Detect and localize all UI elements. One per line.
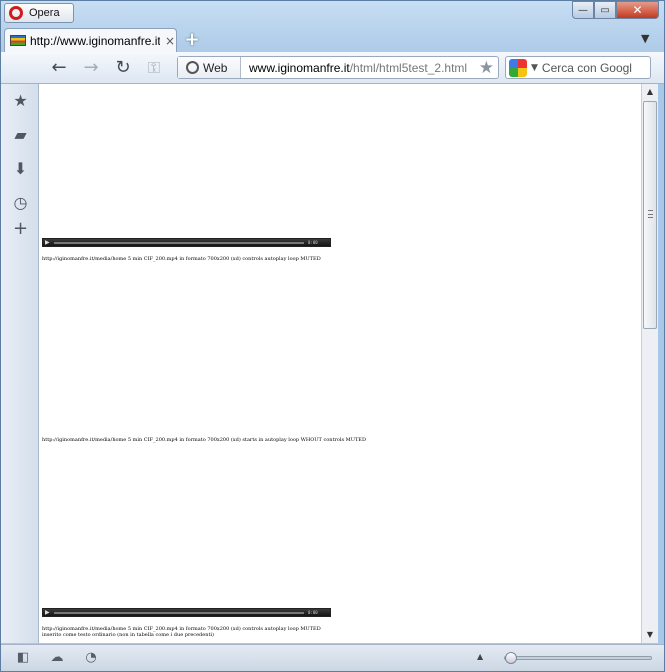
address-bar[interactable]: Web www.iginomanfre.it/html/html5test_2.…: [177, 56, 499, 79]
opera-logo-icon: [9, 6, 23, 20]
url-host: www.iginomanfre.it: [249, 60, 350, 75]
tab-close-icon[interactable]: ×: [164, 34, 176, 48]
search-input[interactable]: ▼ Cerca con Googl: [505, 56, 651, 79]
play-icon[interactable]: ▶: [43, 239, 51, 246]
minimize-button[interactable]: —: [572, 1, 594, 19]
maximize-button[interactable]: ▭: [594, 1, 616, 19]
web-site-info-button[interactable]: Web: [178, 57, 241, 78]
search-engine-dropdown-icon[interactable]: ▼: [531, 63, 538, 73]
side-panel: ★ ▰ ⬇ ◷ +: [1, 84, 39, 643]
browser-window: Opera — ▭ ✕ http://www.iginomanfre.it/ht…: [0, 0, 665, 672]
zoom-slider[interactable]: [504, 652, 652, 664]
video-player-controls[interactable]: ▶ 0:00: [42, 238, 331, 247]
add-panel-plus-icon[interactable]: +: [12, 220, 29, 238]
star-icon[interactable]: ★: [479, 58, 494, 78]
title-bar: Opera — ▭ ✕: [1, 1, 664, 25]
page-content: ▶ 0:00 http://iginomanfre.it/media/home …: [39, 84, 641, 643]
scroll-up-arrow-icon[interactable]: ▲: [642, 84, 658, 100]
search-placeholder: Cerca con Googl: [541, 60, 632, 75]
opera-menu-label: Opera: [29, 7, 60, 19]
reload-icon[interactable]: ↻: [112, 57, 134, 79]
seek-bar[interactable]: [54, 241, 304, 244]
play-icon[interactable]: ▶: [43, 609, 51, 616]
video-player-controls[interactable]: ▶ 0:00: [42, 608, 331, 617]
video-time: 0:00: [308, 610, 318, 615]
scrollbar-thumb[interactable]: [643, 101, 657, 329]
video-caption: inserito come testo ordinario (non in ta…: [42, 632, 214, 638]
zoom-slider-handle[interactable]: [505, 652, 517, 664]
rainbow-flag-favicon-icon: [10, 35, 26, 46]
web-label: Web: [203, 60, 228, 75]
url-text[interactable]: www.iginomanfre.it/html/html5test_2.html: [241, 61, 467, 75]
status-bar: ◧ ☁ ◔ ▲: [1, 644, 664, 671]
opera-unite-cloud-icon[interactable]: ☁: [49, 650, 65, 666]
scrollbar-grip-icon: [648, 210, 653, 218]
tab-bar: http://www.iginomanfre.it/html/html5test…: [1, 27, 664, 52]
vertical-scrollbar[interactable]: ▲ ▼: [641, 84, 658, 643]
new-tab-button[interactable]: +: [181, 30, 203, 50]
tab-menu-chevron-icon[interactable]: ▼: [641, 32, 649, 45]
tab-title: http://www.iginomanfre.it/html/html5test…: [30, 33, 160, 48]
notes-icon[interactable]: ▰: [12, 126, 29, 143]
downloads-icon[interactable]: ⬇: [12, 160, 29, 177]
zoom-menu-arrow-icon[interactable]: ▲: [477, 652, 483, 661]
google-icon[interactable]: [509, 58, 527, 77]
toggle-panel-icon[interactable]: ◧: [15, 650, 31, 666]
seek-bar[interactable]: [54, 611, 304, 614]
video-time: 0:00: [308, 240, 318, 245]
close-window-button[interactable]: ✕: [616, 1, 659, 19]
url-path: /html/html5test_2.html: [349, 60, 468, 75]
video-caption: http://iginomanfre.it/media/home 5 min C…: [42, 437, 366, 443]
navigation-toolbar: ← → ↻ ⚿ Web www.iginomanfre.it/html/html…: [1, 52, 664, 84]
globe-icon: [186, 61, 199, 74]
back-arrow-icon[interactable]: ←: [48, 57, 70, 79]
opera-menu-button[interactable]: Opera: [4, 3, 74, 23]
forward-arrow-icon[interactable]: →: [80, 57, 102, 79]
scroll-down-arrow-icon[interactable]: ▼: [642, 627, 658, 643]
bookmarks-star-icon[interactable]: ★: [12, 92, 29, 109]
video-caption: http://iginomanfre.it/media/home 5 min C…: [42, 256, 321, 262]
tab-active[interactable]: http://www.iginomanfre.it/html/html5test…: [4, 28, 177, 52]
opera-turbo-gauge-icon[interactable]: ◔: [83, 650, 99, 666]
history-clock-icon[interactable]: ◷: [12, 194, 29, 211]
key-icon[interactable]: ⚿: [143, 57, 165, 79]
